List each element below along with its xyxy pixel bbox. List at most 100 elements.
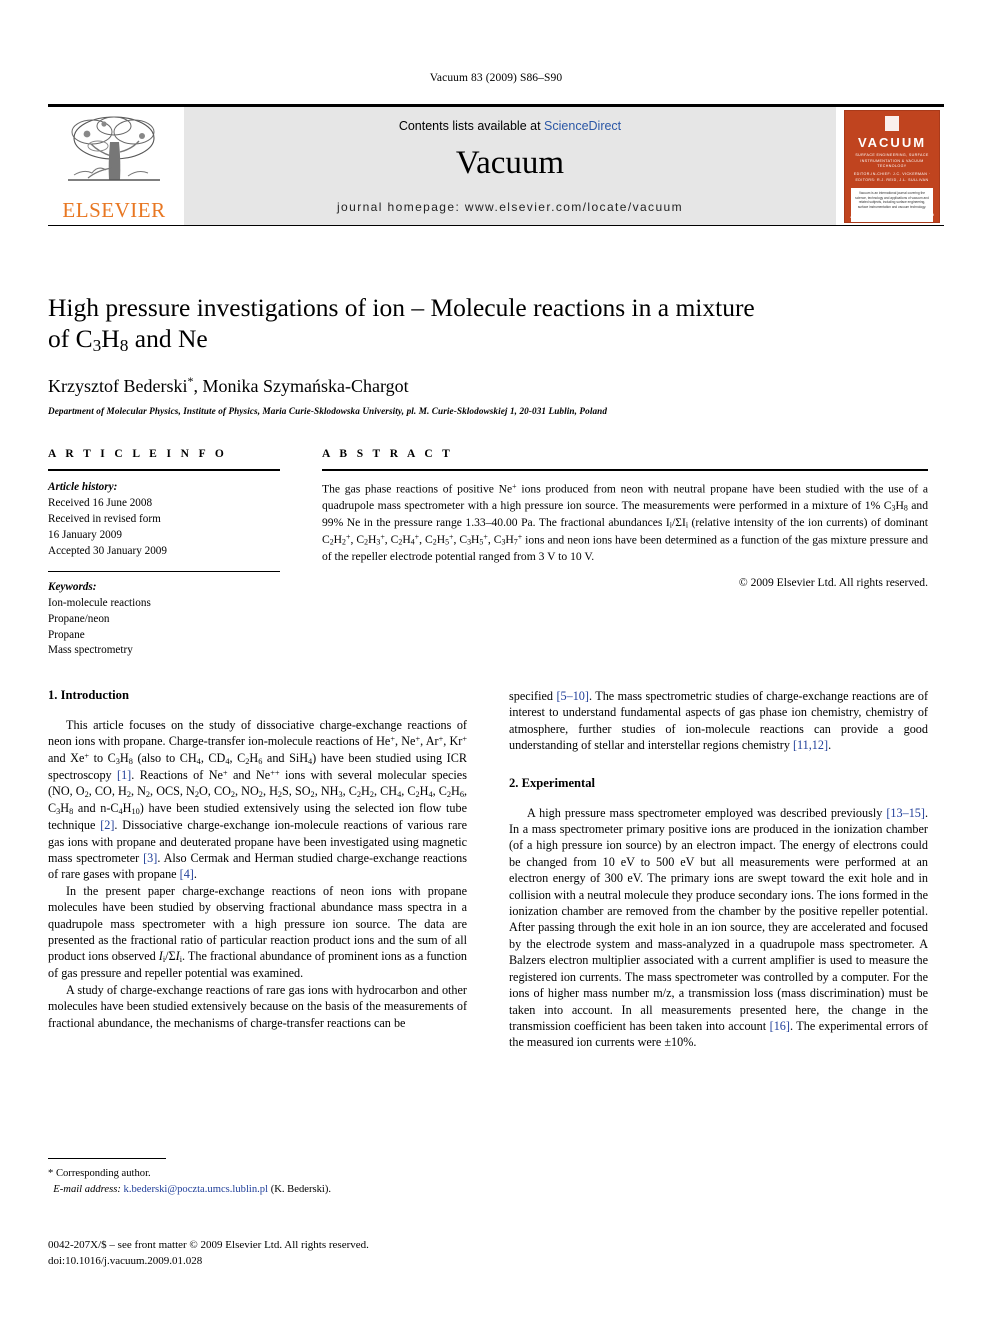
title-line-2-b: H: [101, 324, 120, 354]
history-item: Received 16 June 2008: [48, 497, 153, 510]
text-seg: , Ne: [395, 734, 416, 749]
formula-sub: 2: [126, 790, 131, 799]
citation-link-1[interactable]: [1]: [117, 768, 131, 782]
email-note: E-mail address: k.bederski@poczta.umcs.l…: [48, 1182, 467, 1198]
text-seg: and Xe: [48, 750, 85, 765]
formula-sub: 2: [230, 790, 236, 799]
email-link[interactable]: k.bederski@poczta.umcs.lublin.pl: [124, 1184, 269, 1195]
title-line-2-c: and Ne: [128, 324, 208, 354]
history-item: Accepted 30 January 2009: [48, 544, 167, 557]
history-item: 16 January 2009: [48, 528, 122, 541]
citation-link-4[interactable]: [4]: [180, 867, 194, 881]
keyword-item: Ion-molecule reactions: [48, 596, 151, 609]
citation-link-13-15[interactable]: [13–15]: [886, 806, 925, 820]
masthead-bottom-rule: [48, 225, 944, 226]
text-seg: . In a mass spectrometer primary positiv…: [509, 805, 928, 1033]
paper-page: Vacuum 83 (2009) S86–S90 ELSEVIER Conten…: [0, 0, 992, 1323]
footnote-rule: [48, 1158, 166, 1160]
contents-available-line: Contents lists available at ScienceDirec…: [399, 119, 621, 133]
citation-link-11-12[interactable]: [11,12]: [793, 738, 828, 752]
text-seg: . Reactions of Ne: [131, 767, 223, 782]
text-seg: , C: [229, 750, 246, 765]
formula-sub: 2: [446, 790, 451, 799]
left-body-column: 1. Introduction This article focuses on …: [48, 688, 467, 1051]
abstract-seg: The gas phase reactions of positive Ne: [322, 482, 513, 496]
formula-sub: 0: [135, 806, 140, 816]
text-seg: and Ne: [227, 767, 271, 782]
intro-paragraph-1: This article focuses on the study of dis…: [48, 717, 467, 883]
journal-homepage[interactable]: journal homepage: www.elsevier.com/locat…: [337, 200, 683, 214]
formula-sub: 3: [501, 537, 506, 547]
text-seg: A high pressure mass spectrometer employ…: [527, 805, 887, 820]
section-heading-experimental: 2. Experimental: [509, 775, 596, 790]
keywords-label: Keywords:: [48, 580, 97, 593]
formula-sub: 2: [310, 790, 315, 799]
sciencedirect-link[interactable]: ScienceDirect: [544, 119, 621, 133]
formula-sub: 4: [428, 790, 433, 799]
copyright-line: © 2009 Elsevier Ltd. All rights reserved…: [738, 575, 928, 589]
intro-paragraph-2: In the present paper charge-exchange rea…: [48, 883, 467, 982]
formula-sub: 2: [364, 537, 369, 547]
contents-prefix: Contents lists available at: [398, 119, 541, 133]
formula-sub: 2: [258, 790, 263, 799]
title-line-2-a: of C: [48, 324, 93, 354]
formula-sub: 3: [56, 806, 61, 816]
charge-sup: ++: [270, 768, 280, 778]
experimental-paragraph-1: A high pressure mass spectrometer employ…: [509, 805, 928, 1051]
citation-link-5-10[interactable]: [5–10]: [556, 689, 589, 703]
author-name-2: , Monika Szymańska-Chargot: [193, 376, 409, 397]
charge-sup: +: [345, 532, 351, 542]
text-seg: , Ar: [420, 734, 439, 749]
right-body-column: specified [5–10]. The mass spectrometric…: [509, 688, 928, 1051]
email-label: E-mail address:: [53, 1183, 121, 1195]
article-history: Article history: Received 16 June 2008 R…: [48, 480, 280, 560]
cover-editors: EDITOR-IN-CHIEF: J.C. VICKERMAN · EDITOR…: [853, 172, 931, 182]
intro-paragraph-3: A study of charge-exchange reactions of …: [48, 982, 467, 1030]
text-seg: , CD: [200, 750, 226, 765]
citation-link-16[interactable]: [16]: [770, 1019, 790, 1033]
charge-sup: +: [414, 532, 420, 542]
issn-line: 0042-207X/$ – see front matter © 2009 El…: [48, 1239, 369, 1251]
title-block: High pressure investigations of ion – Mo…: [48, 292, 928, 416]
text-seg: /Σ: [165, 949, 176, 964]
keywords-block: Keywords: Ion-molecule reactions Propane…: [48, 580, 280, 660]
cover-publisher-mark-icon: [885, 115, 899, 132]
journal-masthead: ELSEVIER Contents lists available at Sci…: [48, 104, 944, 226]
article-info-heading: A R T I C L E I N F O: [48, 448, 228, 460]
text-seg: H: [119, 750, 129, 765]
intro-paragraph-continuation: specified [5–10]. The mass spectrometric…: [509, 688, 928, 754]
cover-bottom-url: www.elsevier.com/locate/vacuum: [850, 214, 895, 219]
elsevier-wordmark: ELSEVIER: [62, 198, 166, 222]
formula-sub: 3: [338, 790, 343, 799]
abstract-seg: H: [895, 499, 904, 513]
formula-sub: 3: [467, 537, 472, 547]
cover-subtitle: SURFACE ENGINEERING, SURFACE INSTRUMENTA…: [855, 153, 929, 168]
abstract-rule: [322, 469, 928, 472]
column-gap: [280, 448, 322, 659]
page-title: High pressure investigations of ion – Mo…: [48, 292, 928, 356]
citation-link-2[interactable]: [2]: [100, 818, 114, 832]
text-seg: .: [193, 867, 197, 882]
formula-sub: 6: [459, 790, 464, 799]
formula-sub: 8: [69, 806, 74, 816]
cover-title: VACUUM: [857, 135, 927, 151]
charge-sup: +: [449, 532, 454, 542]
keyword-item: Mass spectrometry: [48, 644, 133, 657]
formula-sub: 2: [369, 790, 374, 799]
text-seg: to C: [89, 750, 116, 765]
body-columns: 1. Introduction This article focuses on …: [48, 688, 928, 1051]
elsevier-tree-icon: [60, 112, 168, 198]
text-seg: H: [249, 750, 259, 765]
article-info-column: A R T I C L E I N F O Article history: R…: [48, 448, 280, 659]
citation-link-3[interactable]: [3]: [143, 851, 157, 865]
body-column-gap: [467, 688, 509, 1051]
formula-sub: 4: [118, 806, 123, 816]
issn-block: 0042-207X/$ – see front matter © 2009 El…: [48, 1238, 478, 1270]
text-seg: and SiH: [262, 750, 309, 765]
article-history-label: Article history:: [48, 481, 118, 494]
elsevier-logo: ELSEVIER: [48, 107, 180, 225]
formula-sub: 2: [415, 790, 420, 799]
author-list: Krzysztof Bederski*, Monika Szymańska-Ch…: [48, 374, 928, 397]
keyword-item: Propane: [48, 628, 85, 641]
author-name-1: Krzysztof Bederski: [48, 376, 188, 397]
